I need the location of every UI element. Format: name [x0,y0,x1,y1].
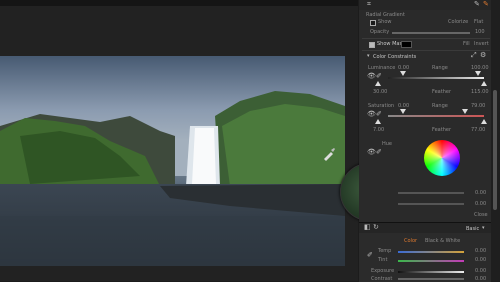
eyedropper-cursor-icon [322,146,336,161]
fill-label[interactable]: Fill [463,41,470,47]
temp-slider[interactable] [398,251,464,253]
opacity-slider[interactable] [392,32,470,34]
luminance-slider[interactable] [388,77,484,79]
colorize-value[interactable]: Flat [474,19,483,25]
waterfall-scene [0,56,345,266]
show-label: Show [378,19,392,25]
saturation-feather-low-handle[interactable] [375,119,381,124]
exposure-value[interactable]: 0.00 [475,268,486,274]
close-button[interactable]: Close [474,212,488,218]
saturation-feather-high-value[interactable]: 77.00 [471,127,485,133]
slider-value[interactable]: 0.00 [475,190,486,196]
luminance-range-high-handle[interactable] [475,71,481,76]
crop-icon[interactable]: ⌗ [367,1,371,8]
panel-toolbar [359,0,492,10]
exposure-slider[interactable] [398,271,464,273]
expand-icon[interactable]: ⤢ [471,52,477,59]
saturation-feather-high-handle[interactable] [481,119,487,124]
exposure-label: Exposure [371,268,395,274]
color-constraints-title: Color Constraints [373,54,417,60]
eyedropper-icon[interactable]: ✐ [376,111,382,118]
tab-black-white[interactable]: Black & White [425,238,460,244]
contrast-value[interactable]: 0.00 [475,276,486,282]
saturation-range-low-handle[interactable] [400,109,406,114]
tint-slider[interactable] [398,260,464,262]
preset-dropdown[interactable]: Basic [466,226,479,232]
constraint-slider[interactable] [398,192,464,194]
saturation-slider[interactable] [388,115,484,117]
hue-label: Hue [382,141,393,147]
eyedropper-icon[interactable]: ✐ [367,252,373,259]
tab-color[interactable]: Color [404,238,417,244]
chevron-down-icon[interactable]: ▾ [367,53,370,60]
temp-value[interactable]: 0.00 [475,248,486,254]
show-mask-checkbox[interactable] [369,42,375,48]
invert-label[interactable]: Invert [474,41,489,47]
saturation-feather-label: Feather [432,127,452,133]
slider-value[interactable]: 0.00 [475,201,486,207]
saturation-feather-low-value[interactable]: 7.00 [373,127,384,133]
saturation-high-value[interactable]: 79.00 [471,103,485,109]
contrast-label: Contrast [371,276,393,282]
eyedropper-icon[interactable]: ✐ [376,149,382,156]
saturation-range-high-handle[interactable] [462,109,468,114]
luminance-feather-high-value[interactable]: 115.00 [471,89,489,95]
chevron-down-icon[interactable]: ▾ [482,225,485,232]
eyedropper-icon[interactable]: ✐ [376,73,382,80]
scroll-thumb[interactable] [493,90,497,210]
luminance-feather-label: Feather [432,89,452,95]
opacity-label: Opacity [370,29,390,35]
contrast-slider[interactable] [398,278,464,280]
settings-gear-icon[interactable]: ⚙ [480,52,486,59]
luminance-label: Luminance [368,65,396,71]
saturation-range-label: Range [432,103,448,109]
eye-icon[interactable]: 👁 [367,111,376,118]
mask-color-swatch[interactable] [401,41,412,48]
luminance-range-low-handle[interactable] [400,71,406,76]
landscape-photo[interactable] [0,56,345,266]
reset-icon[interactable]: ↻ [373,224,379,231]
brush-icon[interactable]: ✎ [474,1,480,8]
tint-value[interactable]: 0.00 [475,257,486,263]
pen-icon[interactable]: ✎ [483,1,489,8]
hue-color-wheel[interactable] [424,140,460,176]
colorize-label: Colorize [448,19,469,25]
luminance-feather-high-handle[interactable] [481,81,487,86]
eye-icon[interactable]: 👁 [367,73,376,80]
layers-icon[interactable]: ◧ [364,224,371,231]
tint-label: Tint [378,257,388,263]
show-gradient-checkbox[interactable] [370,20,376,26]
luminance-range-label: Range [432,65,448,71]
gradient-section-title: Radial Gradient [366,12,405,18]
divider [362,38,490,39]
saturation-label: Saturation [368,103,395,109]
eye-icon[interactable]: 👁 [367,149,376,156]
constraint-slider[interactable] [398,203,464,205]
opacity-value[interactable]: 100 [475,29,485,35]
canvas-top-strip [0,0,358,6]
luminance-feather-low-handle[interactable] [375,81,381,86]
temp-label: Temp [378,248,392,254]
luminance-feather-low-value[interactable]: 30.00 [373,89,387,95]
